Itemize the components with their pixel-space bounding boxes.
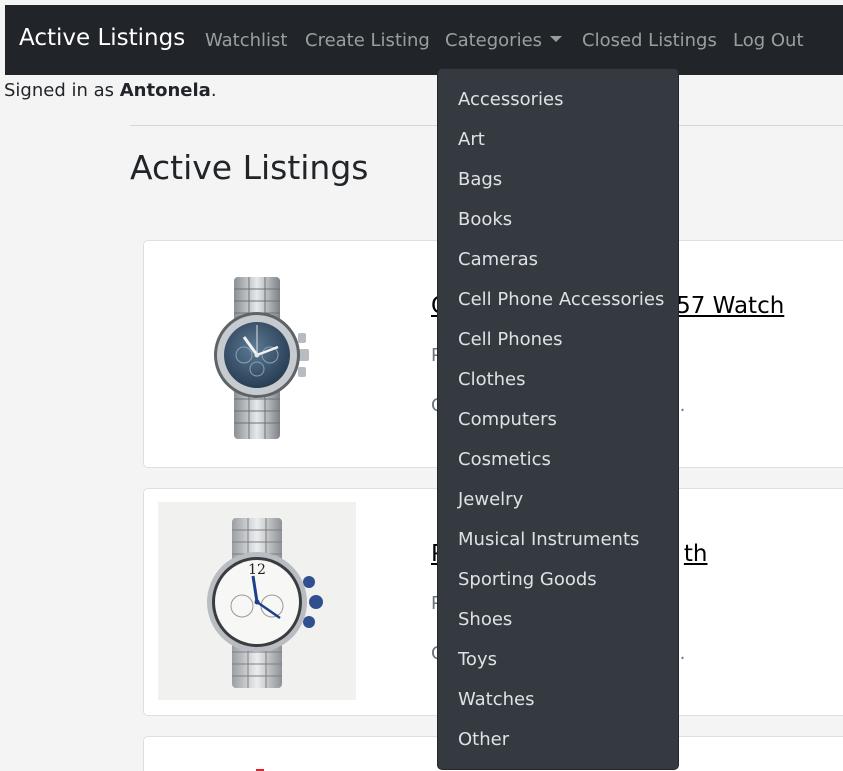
category-item-shoes[interactable]: Shoes: [458, 609, 512, 630]
category-item-accessories[interactable]: Accessories: [458, 89, 564, 110]
listing-created-end: .: [679, 643, 686, 664]
username: Antonela: [119, 80, 211, 101]
listing-title-visible: th: [683, 541, 708, 567]
signed-in-text: Signed in as Antonela.: [4, 80, 217, 101]
listing-created-end: .: [679, 395, 686, 416]
category-item-computers[interactable]: Computers: [458, 409, 557, 430]
category-item-watches[interactable]: Watches: [458, 689, 535, 710]
categories-dropdown: Accessories Art Bags Books Cameras Cell …: [437, 68, 679, 770]
nav-link-create-listing[interactable]: Create Listing: [305, 30, 430, 51]
nav-link-watchlist[interactable]: Watchlist: [205, 30, 287, 51]
category-item-other[interactable]: Other: [458, 729, 509, 750]
category-item-books[interactable]: Books: [458, 209, 512, 230]
category-item-sporting-goods[interactable]: Sporting Goods: [458, 569, 597, 590]
nav-link-closed-listings[interactable]: Closed Listings: [582, 30, 717, 51]
signed-in-prefix: Signed in as: [4, 80, 120, 101]
page-title: Active Listings: [130, 148, 369, 187]
signed-in-suffix: .: [210, 80, 217, 101]
categories-label: Categories: [445, 30, 543, 51]
category-item-cell-phones[interactable]: Cell Phones: [458, 329, 563, 350]
listing-image-watch[interactable]: [158, 255, 356, 453]
navbar: Active Listings Watchlist Create Listing…: [5, 5, 843, 75]
category-item-musical-instruments[interactable]: Musical Instruments: [458, 529, 639, 550]
category-item-cameras[interactable]: Cameras: [458, 249, 538, 270]
category-item-cell-phone-accessories[interactable]: Cell Phone Accessories: [458, 289, 664, 310]
category-item-cosmetics[interactable]: Cosmetics: [458, 449, 551, 470]
category-item-art[interactable]: Art: [458, 129, 485, 150]
listing-title-visible: 57 Watch: [676, 293, 785, 319]
category-item-jewelry[interactable]: Jewelry: [458, 489, 523, 510]
nav-link-categories[interactable]: Categories: [445, 30, 563, 51]
nav-link-log-out[interactable]: Log Out: [733, 30, 804, 51]
caret-down-icon: [550, 36, 563, 42]
category-item-toys[interactable]: Toys: [458, 649, 497, 670]
navbar-brand[interactable]: Active Listings: [19, 25, 185, 51]
listing-image-watch[interactable]: 12: [158, 502, 356, 700]
category-item-bags[interactable]: Bags: [458, 169, 502, 190]
category-item-clothes[interactable]: Clothes: [458, 369, 526, 390]
svg-text:12: 12: [248, 562, 266, 578]
